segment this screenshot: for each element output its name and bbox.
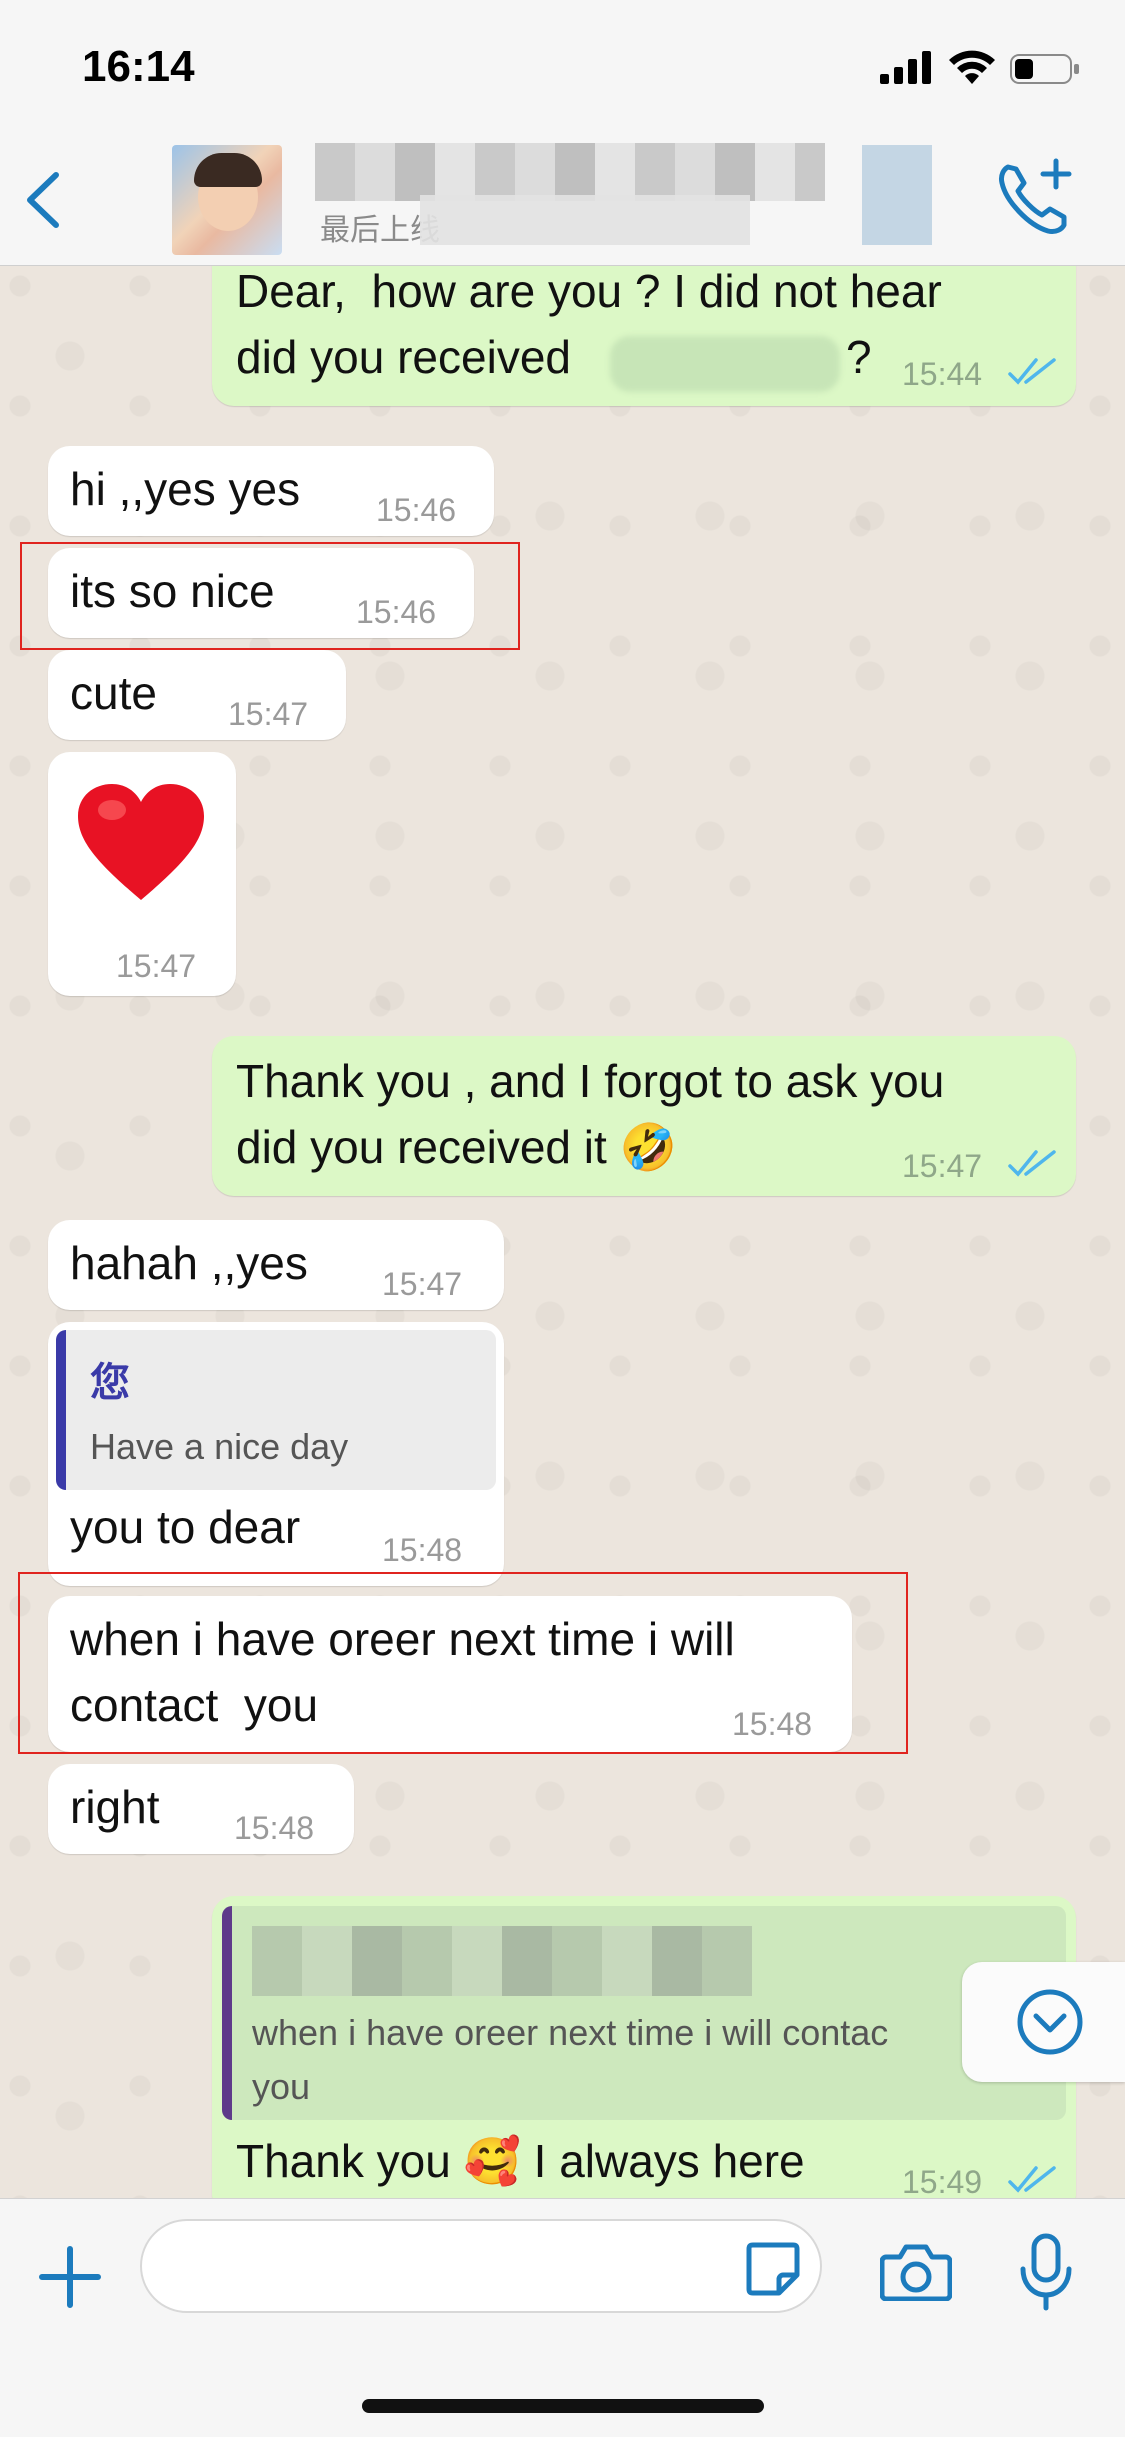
quoted-message[interactable]: 您 Have a nice day	[56, 1330, 496, 1490]
scroll-down-button[interactable]	[962, 1962, 1125, 2082]
quote-text: Have a nice day	[90, 1426, 349, 1467]
message-incoming-reply[interactable]: 您 Have a nice day you to dear 15:48	[48, 1322, 504, 1586]
message-text: did you received	[236, 331, 571, 383]
avatar[interactable]	[172, 145, 282, 255]
message-time: 15:46	[376, 492, 457, 528]
quote-text: you	[252, 2066, 311, 2107]
highlight-box	[18, 1572, 908, 1754]
message-text: did you received it 🤣	[236, 1121, 677, 1173]
cellular-signal-icon	[880, 51, 931, 84]
quote-bar	[222, 1906, 232, 2120]
quoted-message[interactable]: when i have oreer next time i will conta…	[222, 1906, 1066, 2120]
double-check-icon	[1008, 2166, 1056, 2193]
message-text: Dear, how are you ? I did not hear	[236, 266, 942, 317]
message-incoming[interactable]: ❤️ 15:47	[48, 752, 236, 996]
message-incoming[interactable]: hi ,,yes yes 15:46	[48, 446, 494, 536]
message-incoming[interactable]: hahah ,,yes 15:47	[48, 1220, 504, 1310]
message-text: hi ,,yes yes	[70, 463, 301, 515]
contact-name-blurred[interactable]	[315, 143, 825, 201]
message-text: cute	[70, 667, 157, 719]
header-blurred-area	[862, 145, 932, 245]
message-time: 15:44	[902, 356, 983, 392]
message-text: ?	[846, 331, 872, 383]
double-check-icon	[1008, 358, 1056, 385]
message-time: 15:47	[382, 1266, 463, 1302]
message-text: right	[70, 1781, 160, 1833]
back-icon[interactable]	[18, 167, 68, 233]
message-outgoing[interactable]: Dear, how are you ? I did not hear did y…	[212, 266, 1076, 406]
message-text: hahah ,,yes	[70, 1237, 308, 1289]
avatar-hair	[194, 153, 262, 187]
quote-text: when i have oreer next time i will conta…	[252, 2012, 889, 2053]
message-time: 15:47	[902, 1148, 983, 1184]
status-bar: 16:14	[0, 0, 1125, 135]
heart-emoji	[78, 784, 204, 900]
redacted-text	[610, 336, 840, 392]
plus-icon[interactable]	[38, 2245, 102, 2309]
message-outgoing-reply[interactable]: when i have oreer next time i will conta…	[212, 1896, 1076, 2198]
input-bar	[0, 2198, 1125, 2437]
message-outgoing[interactable]: Thank you , and I forgot to ask you did …	[212, 1036, 1076, 1196]
quote-author-blurred	[252, 1926, 752, 1996]
scroll-down-icon	[1017, 1989, 1083, 2055]
quote-author: 您	[90, 1361, 130, 1405]
camera-icon[interactable]	[880, 2243, 952, 2301]
highlight-box	[20, 542, 520, 650]
message-text: you to dear	[70, 1501, 301, 1553]
message-text: Thank you 🥰 I always here	[236, 2135, 805, 2187]
last-seen-blurred	[420, 195, 750, 245]
battery-icon	[1010, 54, 1079, 84]
chat-area[interactable]: Dear, how are you ? I did not hear did y…	[0, 266, 1125, 2198]
wifi-icon	[949, 50, 995, 84]
message-time: 15:47	[116, 948, 197, 984]
home-indicator[interactable]	[362, 2399, 764, 2413]
message-incoming[interactable]: right 15:48	[48, 1764, 354, 1854]
message-time: 15:48	[382, 1532, 463, 1568]
call-add-icon[interactable]	[994, 157, 1076, 239]
message-incoming[interactable]: cute 15:47	[48, 650, 346, 740]
message-text: Thank you , and I forgot to ask you	[236, 1055, 945, 1107]
status-time: 16:14	[82, 42, 195, 91]
message-time: 15:48	[234, 1810, 315, 1846]
message-time: 15:47	[228, 696, 309, 732]
double-check-icon	[1008, 1150, 1056, 1177]
message-time: 15:49	[902, 2164, 983, 2198]
message-input[interactable]	[140, 2219, 822, 2313]
chat-header: 最后上线	[0, 135, 1125, 266]
sticker-icon[interactable]	[745, 2241, 801, 2297]
microphone-icon[interactable]	[1018, 2233, 1074, 2311]
quote-bar	[56, 1330, 66, 1490]
